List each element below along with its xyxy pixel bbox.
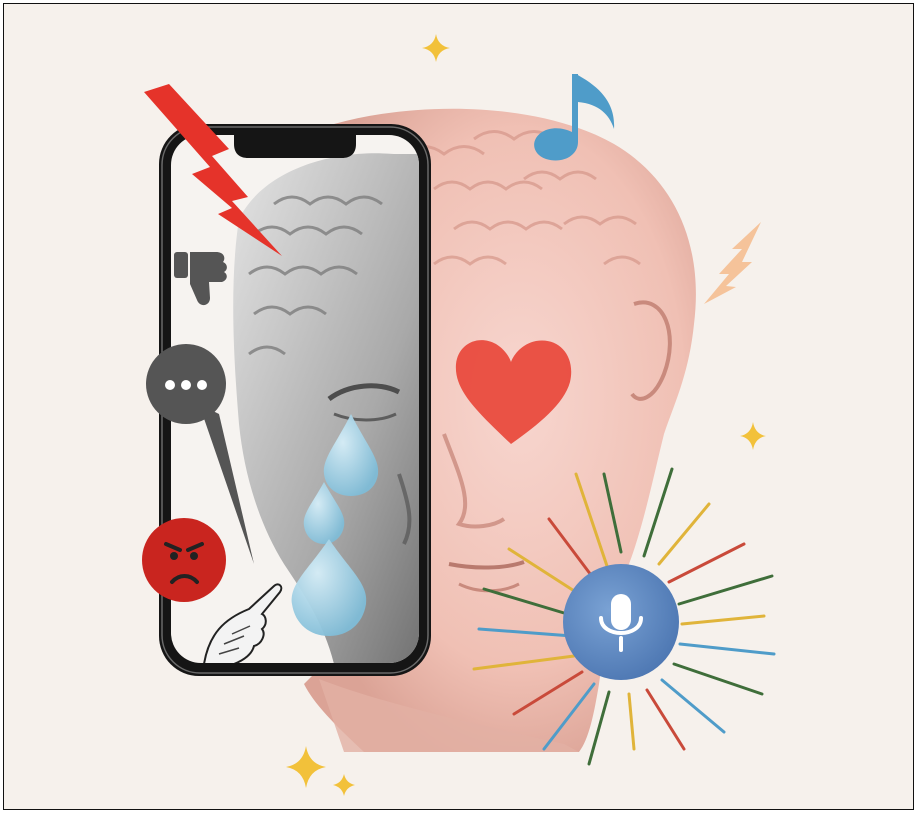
illustration-frame [3, 3, 914, 810]
peach-lightning-bolt [704, 222, 761, 304]
collage-illustration [142, 34, 776, 796]
microphone-icon [563, 564, 679, 680]
angry-face-icon [142, 518, 226, 602]
